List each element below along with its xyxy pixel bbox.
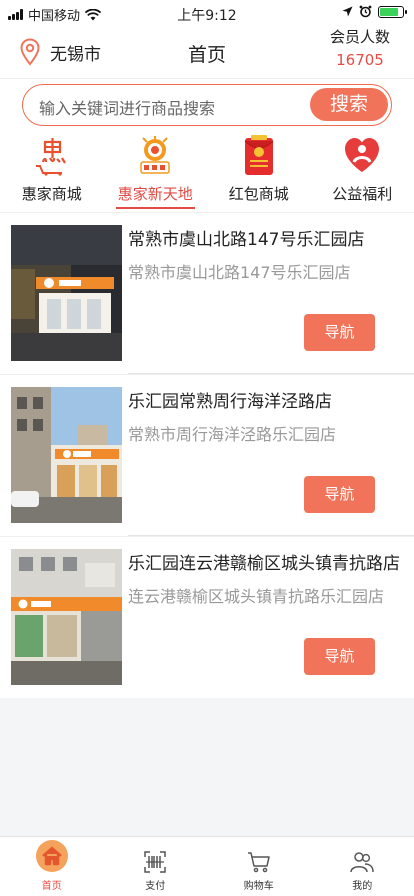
- search-section: 输入关键词进行商品搜索 搜索: [0, 78, 414, 132]
- member-count-value: 16705: [336, 51, 384, 69]
- alarm-icon: [359, 5, 372, 18]
- category-label: 红包商城: [228, 185, 289, 203]
- tab-pay[interactable]: 支付: [104, 837, 208, 896]
- category-nav: 惠家商城 惠家新天地 红包商城 公益福利: [0, 132, 414, 212]
- search-button[interactable]: 搜索: [310, 88, 388, 121]
- category-new-world[interactable]: 惠家新天地: [104, 132, 208, 212]
- member-count: 会员人数 16705: [330, 26, 390, 69]
- store-address: 常熟市周行海洋泾路乐汇园店: [128, 425, 337, 444]
- status-right: [342, 5, 407, 18]
- heart-person-icon: [345, 138, 380, 172]
- store-name: 乐汇园连云港赣榆区城头镇青抗路店: [128, 554, 400, 574]
- store-photo: [11, 225, 122, 361]
- list-item[interactable]: 乐汇园常熟周行海洋泾路店 常熟市周行海洋泾路乐汇园店 导航: [0, 374, 414, 536]
- battery-icon: [378, 5, 407, 18]
- navigate-button[interactable]: 导航: [304, 314, 375, 351]
- lehuiyuan-logo-icon: [140, 136, 170, 174]
- user-icon: [350, 852, 374, 873]
- category-label: 惠家商城: [21, 185, 82, 203]
- cart-icon: [247, 852, 270, 873]
- navigate-button[interactable]: 导航: [304, 476, 375, 513]
- home-icon: [35, 840, 68, 872]
- tab-bar: 首页 支付 购物车 我的: [0, 836, 414, 896]
- store-address: 连云港赣榆区城头镇青抗路乐汇园店: [128, 587, 385, 606]
- store-photo: [11, 387, 122, 523]
- member-count-label: 会员人数: [329, 28, 390, 46]
- category-charity[interactable]: 公益福利: [311, 132, 414, 212]
- hui-logo-icon: [35, 138, 66, 176]
- store-photo: [11, 549, 122, 685]
- location-arrow-icon: [342, 6, 353, 17]
- search-input[interactable]: 输入关键词进行商品搜索: [39, 95, 215, 119]
- tab-label: 支付: [145, 881, 166, 892]
- list-item[interactable]: 常熟市虞山北路147号乐汇园店 常熟市虞山北路147号乐汇园店 导航: [0, 212, 414, 374]
- store-name: 常熟市虞山北路147号乐汇园店: [128, 230, 365, 250]
- tab-cart[interactable]: 购物车: [207, 837, 311, 896]
- tab-home[interactable]: 首页: [0, 837, 104, 896]
- category-label: 惠家新天地: [117, 185, 193, 203]
- tab-label: 我的: [352, 881, 373, 892]
- search-bar[interactable]: 输入关键词进行商品搜索 搜索: [22, 84, 392, 126]
- store-name: 乐汇园常熟周行海洋泾路店: [128, 392, 332, 412]
- category-hui-mall[interactable]: 惠家商城: [0, 132, 104, 212]
- active-tab-indicator: [115, 207, 195, 209]
- header: 无锡市 首页 会员人数 16705: [0, 28, 414, 78]
- category-red-envelope[interactable]: 红包商城: [207, 132, 311, 212]
- store-list: 常熟市虞山北路147号乐汇园店 常熟市虞山北路147号乐汇园店 导航 乐汇园常熟…: [0, 212, 414, 698]
- status-bar: 中国移动 上午9:12: [0, 0, 414, 28]
- tab-label: 购物车: [243, 881, 274, 892]
- category-label: 公益福利: [332, 185, 393, 203]
- tab-label: 首页: [41, 881, 62, 892]
- red-envelope-icon: [244, 135, 274, 175]
- list-item[interactable]: 乐汇园连云港赣榆区城头镇青抗路店 连云港赣榆区城头镇青抗路乐汇园店 导航: [0, 536, 414, 698]
- store-address: 常熟市虞山北路147号乐汇园店: [128, 263, 351, 282]
- barcode-icon: [144, 851, 166, 873]
- navigate-button[interactable]: 导航: [304, 638, 375, 675]
- tab-mine[interactable]: 我的: [311, 837, 414, 896]
